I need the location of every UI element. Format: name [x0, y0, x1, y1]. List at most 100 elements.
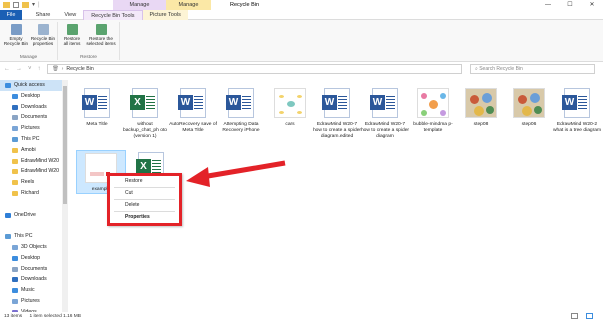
- word-file-icon: W: [321, 86, 353, 120]
- tab-file[interactable]: File: [0, 10, 22, 20]
- folder-icon: [12, 190, 18, 196]
- nav-item[interactable]: Pictures: [0, 296, 68, 307]
- folder-icon: [12, 147, 18, 153]
- menu-item-delete[interactable]: Delete: [110, 200, 179, 211]
- nav-item-label: Documents: [21, 265, 48, 272]
- documents-icon: [12, 266, 18, 272]
- file-item[interactable]: step08: [456, 86, 506, 128]
- nav-item[interactable]: Reels: [0, 177, 68, 188]
- nav-item[interactable]: Downloads✎: [0, 102, 68, 113]
- recycle-bin-properties-button[interactable]: Recycle Bin properties: [29, 24, 57, 46]
- nav-item[interactable]: Amobi: [0, 145, 68, 156]
- nav-item-label: Pictures: [21, 125, 40, 132]
- status-selection: 1 item selected 1.16 MB: [29, 314, 81, 319]
- tab-picture-tools[interactable]: Picture Tools: [142, 10, 188, 20]
- file-name: Meta Title: [86, 122, 108, 127]
- bin-properties-label-2: properties: [32, 41, 54, 46]
- details-view-icon[interactable]: [571, 313, 578, 319]
- file-item[interactable]: Xwithout backup_chat_ph oto (version 1): [120, 86, 170, 141]
- nav-item-label: Quick access: [14, 82, 45, 88]
- up-arrow-icon[interactable]: ↑: [38, 64, 41, 74]
- scrollbar-thumb[interactable]: [63, 86, 67, 204]
- navigation-pane-scrollbar[interactable]: [62, 80, 68, 312]
- nav-item[interactable]: Desktop: [0, 253, 68, 264]
- file-item[interactable]: W EdrawMind W20-2 what is a tree diagram: [552, 86, 602, 134]
- nav-item[interactable]: OneDrive: [0, 210, 68, 221]
- maximize-icon[interactable]: ☐: [559, 0, 581, 10]
- ribbon-tab-strip: File Home Share View Recycle Bin Tools P…: [0, 10, 603, 20]
- nav-item-label: Downloads: [21, 103, 47, 110]
- nav-item[interactable]: Music: [0, 285, 68, 296]
- file-name: step08: [473, 122, 489, 127]
- file-item[interactable]: bubble-mindma p-template: [408, 86, 458, 134]
- folder-icon: [12, 158, 18, 164]
- close-icon[interactable]: ✕: [581, 0, 603, 10]
- context-tab-manage-recycle: Manage: [113, 0, 166, 10]
- empty-recycle-bin-button[interactable]: Empty Recycle Bin: [3, 24, 29, 46]
- file-item[interactable]: W AutoRecovery save of Meta Title: [168, 86, 218, 134]
- nav-item[interactable]: Documents✎: [0, 112, 68, 123]
- nav-item[interactable]: Downloads: [0, 274, 68, 285]
- nav-item-label: Amobi: [21, 146, 36, 153]
- menu-item-cut[interactable]: Cut: [110, 188, 179, 199]
- tab-share[interactable]: Share: [29, 10, 58, 20]
- file-item[interactable]: W EdrawMind W20-7 how to create a spider …: [360, 86, 410, 141]
- restore-selected-label-2: selected items: [86, 41, 116, 46]
- tab-recycle-bin-tools[interactable]: Recycle Bin Tools: [83, 10, 143, 20]
- nav-item[interactable]: EdrawMind W20: [0, 156, 68, 167]
- window-controls: — ☐ ✕: [537, 0, 603, 10]
- nav-item-label: EdrawMind W20: [21, 168, 60, 175]
- large-icons-view-icon[interactable]: [586, 313, 593, 319]
- file-item[interactable]: W EdrawMind W20-7 how to create a spider …: [312, 86, 362, 141]
- tab-view[interactable]: View: [57, 10, 83, 20]
- documents-icon: [12, 115, 18, 121]
- nav-item[interactable]: Desktop✎: [0, 91, 68, 102]
- minimize-icon[interactable]: —: [537, 0, 559, 10]
- nav-item[interactable]: 3D Objects: [0, 242, 68, 253]
- search-input[interactable]: ⌕ Search Recycle Bin: [470, 64, 595, 74]
- photo-file-icon: [513, 86, 545, 120]
- file-name: step06: [521, 122, 537, 127]
- back-arrow-icon[interactable]: ←: [4, 64, 10, 74]
- nav-item[interactable]: EdrawMind W20: [0, 166, 68, 177]
- recent-dropdown-icon[interactable]: ˅: [28, 64, 32, 74]
- nav-item[interactable]: Documents: [0, 264, 68, 275]
- nav-item: [0, 199, 68, 210]
- address-path: Recycle Bin: [66, 66, 94, 72]
- nav-item[interactable]: Quick access: [0, 80, 68, 91]
- nav-item-label: This PC: [21, 135, 40, 142]
- address-row: ← → ˅ ↑ 🗑 › Recycle Bin ⌕ Search Recycle B…: [0, 63, 603, 75]
- new-folder-icon[interactable]: [22, 2, 29, 8]
- desktop-icon: [12, 255, 18, 261]
- word-file-icon: W: [177, 86, 209, 120]
- forward-arrow-icon[interactable]: →: [16, 64, 22, 74]
- ribbon-group-manage: Empty Recycle Bin Recycle Bin properties…: [0, 22, 58, 60]
- nav-item[interactable]: This PC✎: [0, 134, 68, 145]
- file-name: AutoRecovery save of Meta Title: [169, 122, 217, 134]
- recycle-bin-small-icon: 🗑: [52, 66, 59, 72]
- nav-item[interactable]: This PC: [0, 231, 68, 242]
- pictures-icon: [12, 126, 18, 132]
- nav-item[interactable]: Richard: [0, 188, 68, 199]
- folder-icon[interactable]: [3, 2, 10, 8]
- properties-icon[interactable]: [13, 2, 19, 8]
- file-item[interactable]: step06: [504, 86, 554, 128]
- file-item[interactable]: W Meta Title: [72, 86, 122, 128]
- nav-item[interactable]: Pictures✎: [0, 123, 68, 134]
- chevron-right-icon[interactable]: ›: [62, 66, 64, 72]
- file-item[interactable]: cars: [265, 86, 315, 128]
- nav-item-label: Desktop: [21, 92, 41, 99]
- desktop-icon: [12, 93, 18, 99]
- nav-item-label: Desktop: [21, 254, 41, 261]
- restore-selected-items-button[interactable]: Restore the selected items: [84, 24, 118, 46]
- word-file-icon: W: [81, 86, 113, 120]
- status-bar: 13 items 1 item selected 1.16 MB: [0, 312, 603, 321]
- restore-all-items-button[interactable]: Restore all items: [61, 24, 83, 46]
- menu-item-restore[interactable]: Restore: [110, 176, 179, 187]
- menu-item-properties[interactable]: Properties: [110, 212, 179, 223]
- address-bar[interactable]: 🗑 › Recycle Bin: [47, 64, 462, 74]
- ribbon-group-label: Manage: [19, 55, 38, 60]
- dropdown-icon[interactable]: ▾: [32, 1, 35, 9]
- file-item[interactable]: W Attempting Data Recovery iPhone: [216, 86, 266, 134]
- nav-item-label: OneDrive: [14, 211, 36, 218]
